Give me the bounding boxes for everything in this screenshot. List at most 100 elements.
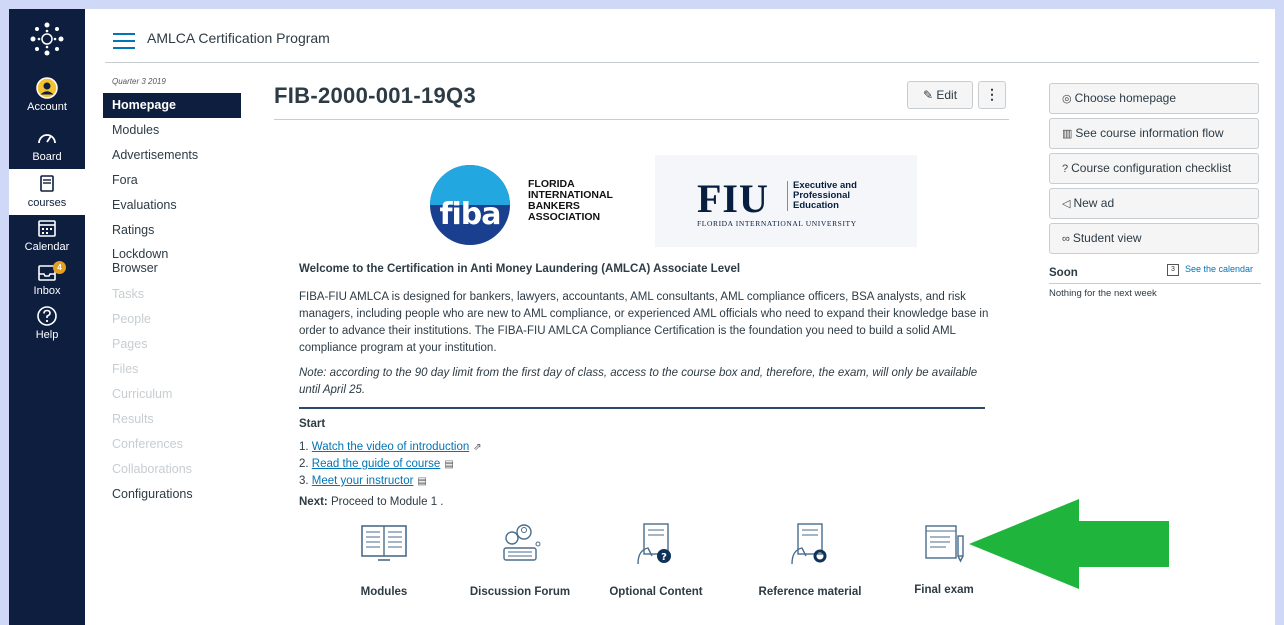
target-icon: ◎ [1062, 93, 1072, 105]
soon-label: Soon [1049, 267, 1078, 279]
book-icon [361, 525, 407, 561]
fiu-logo-word: FIU [697, 176, 769, 221]
new-ad-label: New ad [1073, 196, 1115, 210]
dashboard-icon [38, 134, 56, 144]
document-icon: ▤ [444, 459, 454, 470]
chart-icon: ▥ [1062, 128, 1073, 140]
new-ad-button[interactable]: ◁ New ad [1049, 188, 1259, 219]
nav-account[interactable]: Account [9, 77, 85, 123]
course-nav-pages: Pages [112, 337, 148, 351]
read-guide-link[interactable]: Read the guide of course [312, 458, 441, 470]
course-nav-collaborations: Collaborations [112, 462, 192, 476]
fiu-subtitle: Executive and Professional Education [793, 181, 857, 211]
nav-courses-label: courses [27, 197, 67, 209]
start-heading: Start [299, 418, 326, 430]
page-title: FIB-2000-001-19Q3 [274, 83, 476, 108]
nothing-upcoming: Nothing for the next week [1049, 288, 1157, 299]
external-link-icon: ⇗ [473, 442, 482, 453]
left-arrow-icon [969, 499, 1169, 589]
coming-up-header: Soon 3 See the calendar [1049, 264, 1261, 284]
canvas-logo-icon[interactable] [29, 21, 65, 57]
student-view-button[interactable]: ∞ Student view [1049, 223, 1259, 254]
edit-button[interactable]: ✎ Edit [907, 81, 973, 109]
meet-instructor-link[interactable]: Meet your instructor [312, 475, 414, 487]
resource-tiles: Modules Discussion Forum ? Optional Cont… [314, 522, 974, 612]
watch-video-link[interactable]: Watch the video of introduction [312, 441, 469, 453]
nav-help[interactable]: Help [9, 305, 85, 351]
glasses-icon: ∞ [1062, 233, 1070, 245]
course-nav-modules[interactable]: Modules [103, 118, 253, 143]
course-nav-curriculum: Curriculum [112, 387, 173, 401]
svg-text:?: ? [661, 552, 667, 563]
tile-modules[interactable]: Modules [314, 522, 454, 610]
megaphone-icon: ◁ [1062, 198, 1071, 210]
edit-button-label: Edit [936, 88, 958, 102]
course-info-flow-label: See course information flow [1075, 126, 1224, 140]
question-icon: ? [1062, 163, 1069, 175]
reference-icon [791, 523, 827, 565]
more-options-button[interactable]: ⋮ [978, 81, 1006, 109]
courses-icon [40, 175, 54, 192]
list-item: 1. Watch the video of introduction ⇗ [299, 439, 482, 456]
config-checklist-label: Course configuration checklist [1071, 161, 1232, 175]
tile-reference-material[interactable]: Reference material [740, 522, 880, 610]
nav-calendar[interactable]: Calendar [9, 217, 85, 263]
account-icon [36, 77, 58, 99]
hamburger-menu-icon[interactable] [113, 33, 135, 49]
inbox-badge: 4 [53, 261, 66, 274]
top-bar: AMLCA Certification Program [105, 27, 1259, 63]
nav-inbox[interactable]: 4 Inbox [9, 261, 85, 307]
course-nav-lockdown-browser[interactable]: Lockdown Browser [103, 243, 183, 282]
nav-courses[interactable]: courses [9, 169, 85, 215]
course-nav-evaluations[interactable]: Evaluations [103, 193, 253, 218]
list-item: 2. Read the guide of course ▤ [299, 456, 482, 473]
nav-account-label: Account [27, 101, 67, 113]
document-icon: ▤ [417, 476, 427, 487]
intro-paragraph: FIBA-FIU AMLCA is designed for bankers, … [299, 291, 989, 354]
breadcrumb[interactable]: AMLCA Certification Program [147, 30, 330, 46]
banner-logos: fiba FLORIDA INTERNATIONAL BANKERS ASSOC… [410, 155, 920, 255]
global-nav: Account Board courses Calendar 4 Inbox H… [9, 9, 85, 625]
nav-calendar-label: Calendar [24, 241, 70, 253]
optional-content-icon: ? [637, 523, 671, 565]
tile-discussion-label: Discussion Forum [469, 586, 571, 598]
config-checklist-button[interactable]: ? Course configuration checklist [1049, 153, 1259, 184]
app-window: Account Board courses Calendar 4 Inbox H… [9, 9, 1275, 625]
step-number: 3. [299, 475, 309, 487]
choose-homepage-label: Choose homepage [1074, 91, 1177, 105]
list-item: 3. Meet your instructor ▤ [299, 473, 482, 490]
start-steps: 1. Watch the video of introduction ⇗ 2. R… [299, 439, 482, 490]
tile-discussion-forum[interactable]: Discussion Forum [450, 522, 590, 610]
tile-optional-label: Optional Content [609, 586, 703, 598]
title-divider [274, 119, 1009, 120]
next-label: Next: [299, 496, 328, 508]
nav-board-label: Board [32, 151, 62, 163]
step-number: 2. [299, 458, 309, 470]
course-nav-ratings[interactable]: Ratings [103, 218, 253, 243]
calendar-small-icon: 3 [1167, 264, 1179, 276]
student-view-label: Student view [1072, 231, 1142, 245]
course-info-flow-button[interactable]: ▥ See course information flow [1049, 118, 1259, 149]
fiu-university-name: FLORIDA INTERNATIONAL UNIVERSITY [697, 219, 857, 228]
pencil-icon: ✎ [922, 88, 934, 102]
fiba-logo: fiba [430, 165, 510, 245]
tile-modules-label: Modules [360, 586, 408, 598]
course-nav-configurations[interactable]: Configurations [103, 482, 253, 507]
course-term: Quarter 3 2019 [112, 77, 166, 86]
fiba-line: ASSOCIATION [528, 211, 601, 223]
next-step: Next: Proceed to Module 1 . [299, 496, 443, 508]
see-calendar-link[interactable]: See the calendar [1185, 264, 1253, 274]
course-nav-homepage[interactable]: Homepage [103, 93, 241, 118]
next-text: Proceed to Module 1 . [330, 496, 444, 508]
nav-board[interactable]: Board [9, 127, 85, 173]
course-nav-fora[interactable]: Fora [103, 168, 253, 193]
fiu-logo: FIU Executive and Professional Education… [655, 155, 917, 247]
tile-optional-content[interactable]: ? Optional Content [586, 522, 726, 610]
fiba-name: FLORIDA INTERNATIONAL BANKERS ASSOCIATIO… [528, 179, 613, 223]
discussion-icon [503, 524, 541, 561]
course-nav-files: Files [112, 362, 139, 376]
course-nav-advertisements[interactable]: Advertisements [103, 143, 253, 168]
nav-help-label: Help [35, 329, 59, 341]
course-nav-tasks: Tasks [112, 287, 144, 301]
choose-homepage-button[interactable]: ◎ Choose homepage [1049, 83, 1259, 114]
